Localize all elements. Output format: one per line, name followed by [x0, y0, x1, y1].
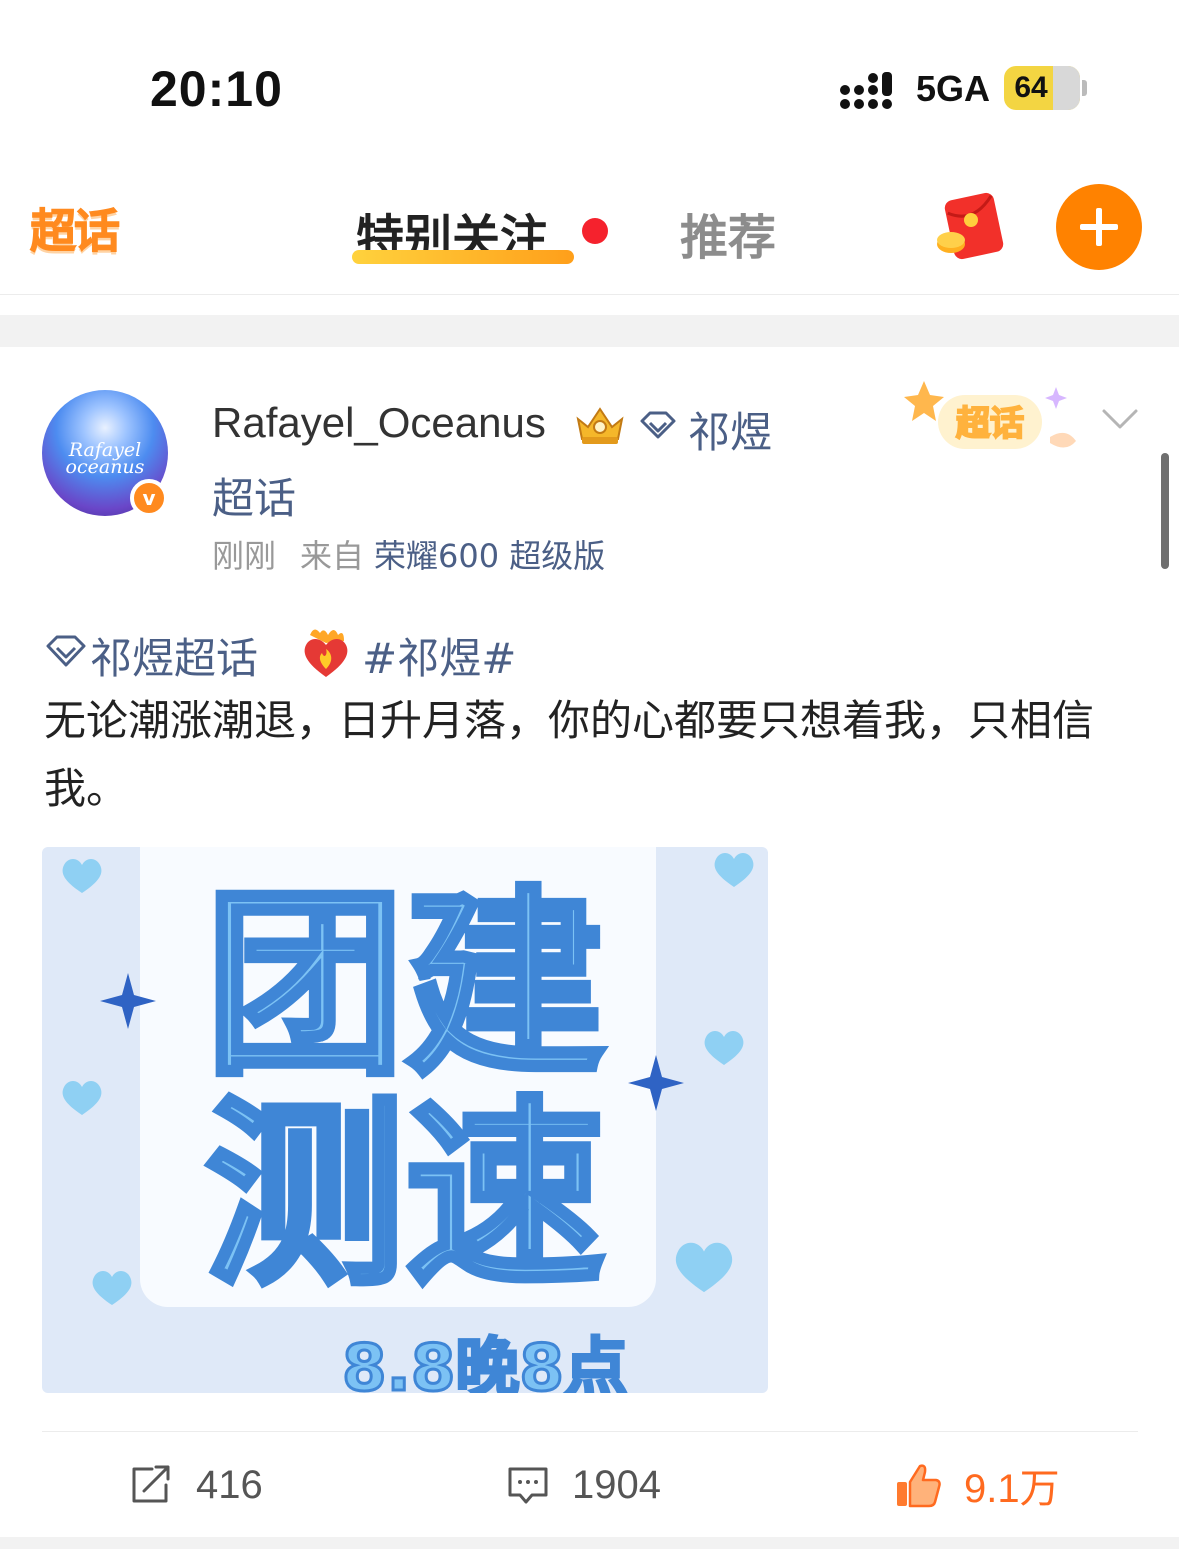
- comment-button[interactable]: 1904: [506, 1455, 661, 1515]
- chevron-down-icon[interactable]: [1100, 407, 1140, 431]
- battery-icon: 64: [1004, 66, 1080, 110]
- diamond-icon: [46, 635, 86, 667]
- topic-tag-link[interactable]: 祁煜超话: [90, 625, 258, 686]
- tab-recommend[interactable]: 推荐: [680, 198, 776, 268]
- unread-dot: [582, 218, 608, 244]
- status-bar: 20:10 5GA 64: [0, 0, 1179, 150]
- post-card: Rafayel oceanus v Rafayel_Oceanus 祁煜 超话 …: [0, 347, 1179, 1537]
- post-source-prefix: 来自: [300, 537, 365, 575]
- thumbs-up-icon: [897, 1464, 941, 1508]
- topic-link[interactable]: 祁煜: [688, 399, 772, 460]
- scrollbar[interactable]: [1161, 453, 1169, 569]
- battery-level: 64: [1014, 71, 1048, 104]
- like-button[interactable]: 9.1万: [894, 1455, 1060, 1515]
- network-type: 5GA: [916, 68, 991, 109]
- repost-button[interactable]: 416: [130, 1455, 263, 1515]
- signal-icon: [840, 72, 892, 109]
- tab-active-underline: [352, 250, 574, 264]
- post-time: 刚刚: [212, 537, 277, 575]
- crown-icon: [576, 407, 624, 444]
- username[interactable]: Rafayel_Oceanus: [212, 399, 546, 447]
- post-device[interactable]: 荣耀600 超级版: [374, 531, 605, 577]
- chaohua-logo[interactable]: 超话: [30, 195, 121, 261]
- section-gap: [0, 315, 1179, 347]
- comment-count: 1904: [572, 1462, 661, 1507]
- diamond-icon: [640, 411, 676, 439]
- verified-badge-icon: v: [130, 479, 168, 517]
- like-count: 9.1万: [964, 1467, 1060, 1511]
- heart-on-fire-icon: [304, 629, 348, 677]
- image-title-line2: 测速: [202, 1080, 608, 1313]
- chaohua-badge-icon[interactable]: 超话: [900, 377, 1080, 459]
- image-subtitle: 8.8晚8点: [341, 1331, 630, 1394]
- repost-icon: [132, 1465, 170, 1503]
- post-text: 无论潮涨潮退，日升月落，你的心都要只想着我，只相信我。: [44, 696, 1095, 813]
- topic-link-suffix[interactable]: 超话: [212, 465, 296, 526]
- red-packet-icon[interactable]: [935, 190, 1007, 262]
- chaohua-badge-label: 超话: [956, 404, 1024, 444]
- repost-count: 416: [196, 1462, 263, 1507]
- image-title-line1: 团建: [202, 870, 608, 1103]
- add-button[interactable]: [1056, 184, 1142, 270]
- section-gap-bottom: [0, 1537, 1179, 1549]
- hashtag-link[interactable]: #祁煜#: [362, 625, 516, 686]
- heart-icon: [714, 853, 754, 887]
- post-image[interactable]: 团建 测速 8.8晚8点: [42, 847, 768, 1393]
- clock: 20:10: [150, 61, 283, 117]
- divider: [42, 1431, 1138, 1432]
- top-nav: 超话 特别关注 推荐: [0, 150, 1179, 295]
- battery-tip: [1082, 80, 1087, 96]
- comment-icon: [508, 1467, 548, 1504]
- avatar-text: Rafayel oceanus: [65, 439, 145, 478]
